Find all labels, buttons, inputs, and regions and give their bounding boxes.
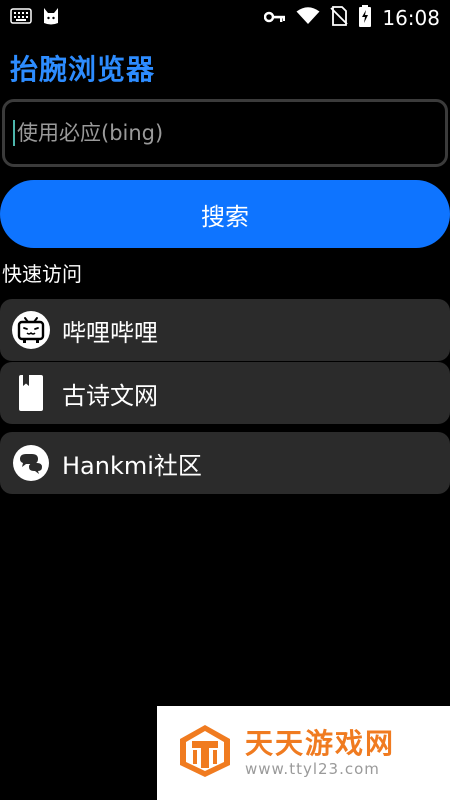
search-box[interactable]: [2, 99, 448, 167]
keyboard-icon: [10, 7, 32, 29]
bilibili-tv-icon: [10, 309, 52, 351]
watermark-url: www.ttyl23.com: [245, 760, 380, 778]
quick-access-item-gushiwen[interactable]: 古诗文网: [0, 362, 450, 424]
app-title: 抬腕浏览器: [10, 53, 156, 86]
key-icon: [264, 8, 286, 29]
watermark: 天天游戏网 www.ttyl23.com: [157, 706, 450, 800]
battery-charging-icon: [358, 4, 372, 32]
quick-access-item-label: 古诗文网: [62, 381, 158, 410]
status-bar: 16:08: [0, 0, 450, 36]
status-time: 16:08: [382, 6, 440, 30]
status-bar-right: 16:08: [264, 4, 440, 32]
watermark-title: 天天游戏网: [245, 727, 396, 760]
watermark-logo-icon: [177, 723, 233, 783]
status-bar-left: [10, 6, 60, 31]
search-input[interactable]: [17, 121, 445, 145]
quick-access-item-label: 哔哩哔哩: [62, 318, 158, 347]
cat-icon: [42, 6, 60, 31]
search-button[interactable]: 搜索: [0, 180, 450, 248]
chat-bubbles-icon: [10, 442, 52, 484]
wifi-icon: [296, 6, 320, 30]
no-sim-icon: [330, 5, 348, 31]
quick-access-item-label: Hankmi社区: [62, 451, 202, 480]
book-icon: [10, 372, 52, 414]
quick-access-item-hankmi[interactable]: Hankmi社区: [0, 432, 450, 494]
text-cursor: [13, 120, 15, 146]
watermark-text: 天天游戏网 www.ttyl23.com: [245, 727, 396, 779]
quick-access-title: 快速访问: [2, 262, 82, 286]
quick-access-item-bilibili[interactable]: 哔哩哔哩: [0, 299, 450, 361]
